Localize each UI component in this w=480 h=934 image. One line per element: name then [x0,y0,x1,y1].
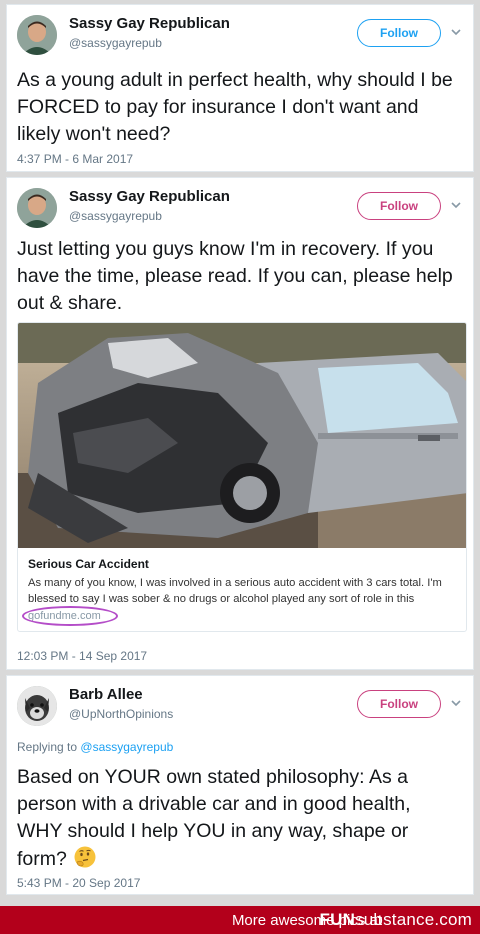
user-name[interactable]: Sassy Gay Republican [69,15,230,32]
tweet-1: Sassy Gay Republican @sassygayrepub Foll… [6,4,474,172]
user-handle[interactable]: @UpNorthOpinions [69,707,173,721]
timestamp[interactable]: 4:37 PM - 6 Mar 2017 [17,152,133,166]
link-card[interactable]: Serious Car Accident As many of you know… [17,322,467,632]
user-name[interactable]: Sassy Gay Republican [69,188,230,205]
card-title: Serious Car Accident [28,557,149,571]
user-avatar-icon [17,15,57,55]
tweet-text: Just letting you guys know I'm in recove… [17,238,453,314]
replying-prefix: Replying to [17,740,78,754]
logo-fun: FUN [319,910,356,929]
user-avatar-icon [17,188,57,228]
replying-to: Replying to @sassygayrepub [17,740,173,754]
user-handle[interactable]: @sassygayrepub [69,36,162,50]
avatar[interactable] [17,15,57,55]
user-name[interactable]: Barb Allee [69,686,143,703]
avatar[interactable] [17,686,57,726]
car-accident-photo [18,323,466,548]
chevron-down-icon[interactable] [449,696,463,710]
timestamp[interactable]: 12:03 PM - 14 Sep 2017 [17,649,147,663]
follow-button[interactable]: Follow [357,192,441,220]
replying-handle-link[interactable]: @sassygayrepub [80,740,173,754]
annotation-circle [22,606,118,626]
logo-tld: .com [434,910,472,929]
dog-avatar-icon [17,686,57,726]
chevron-down-icon[interactable] [449,25,463,39]
user-handle[interactable]: @sassygayrepub [69,209,162,223]
footer-watermark-bar: More awesome pics at FUNsubstance.com [0,906,480,934]
tweet-2: Sassy Gay Republican @sassygayrepub Foll… [6,177,474,670]
logo-substance: substance [355,910,435,929]
tweet-text: As a young adult in perfect health, why … [17,69,453,145]
thinking-face-icon [74,846,96,868]
chevron-down-icon[interactable] [449,198,463,212]
tweet-text: Based on YOUR own stated philosophy: As … [17,764,461,873]
follow-button[interactable]: Follow [357,19,441,47]
avatar[interactable] [17,188,57,228]
tweet-3: Barb Allee @UpNorthOpinions Follow Reply… [6,675,474,895]
site-logo[interactable]: FUNsubstance.com [320,910,472,930]
card-description: As many of you know, I was involved in a… [28,577,442,605]
follow-button[interactable]: Follow [357,690,441,718]
timestamp[interactable]: 5:43 PM - 20 Sep 2017 [17,876,140,890]
